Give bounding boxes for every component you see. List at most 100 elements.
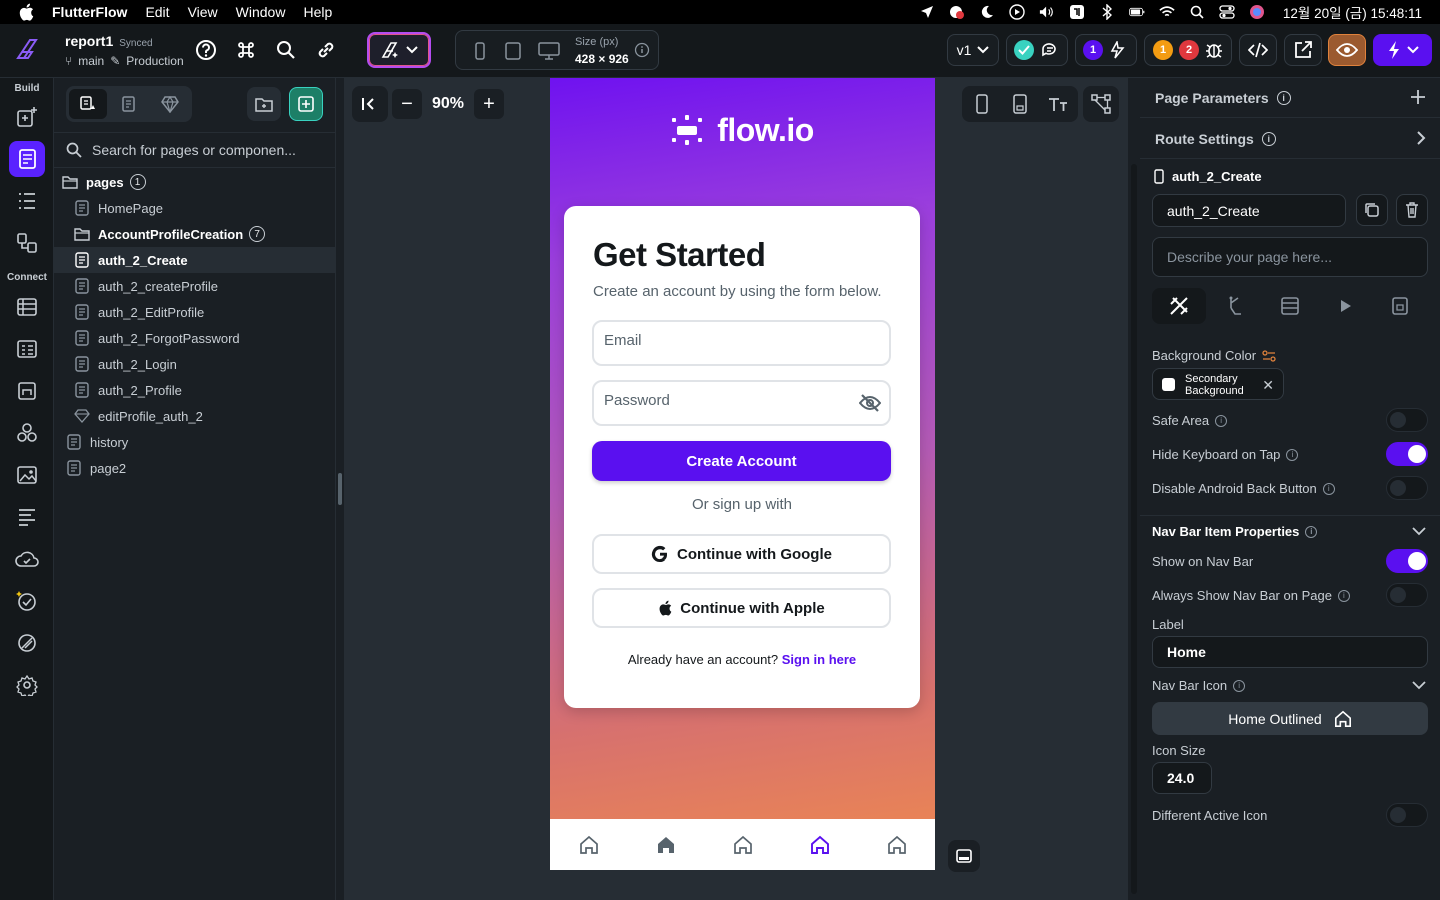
chevron-down-icon[interactable] [1412, 680, 1426, 690]
phone-view-icon[interactable] [972, 94, 992, 114]
home-filled-icon[interactable] [656, 835, 676, 855]
tree-page[interactable]: auth_2_ForgotPassword [54, 325, 335, 351]
show-on-nav-toggle[interactable] [1386, 549, 1428, 573]
password-field[interactable] [592, 380, 891, 426]
tree-page[interactable]: HomePage [54, 195, 335, 221]
always-show-toggle[interactable] [1386, 583, 1428, 607]
custom-code-icon[interactable] [9, 415, 45, 451]
add-page-button[interactable] [289, 87, 323, 121]
page-selector-icon[interactable] [9, 141, 45, 177]
page-name-field[interactable] [1152, 194, 1346, 227]
page-name-input[interactable] [1167, 195, 1339, 226]
bg-color-picker[interactable]: Secondary Background ✕ [1152, 368, 1284, 400]
nav-label-field[interactable] [1152, 636, 1428, 668]
documentation-tab-icon[interactable] [1373, 288, 1427, 324]
disable-back-toggle[interactable] [1386, 476, 1428, 500]
phone-device-icon[interactable] [470, 42, 490, 60]
ai-mode-dropdown[interactable] [367, 32, 431, 68]
version-dropdown[interactable]: v1 [947, 34, 999, 66]
home-outlined-icon[interactable] [887, 835, 907, 855]
sign-in-link[interactable]: Sign in here [782, 652, 856, 667]
tree-page[interactable]: page2 [54, 455, 335, 481]
panel-resize-divider[interactable] [335, 78, 344, 900]
safe-area-toggle[interactable] [1386, 408, 1428, 432]
menu-app-name[interactable]: FlutterFlow [52, 4, 127, 20]
tablet-device-icon[interactable] [503, 42, 523, 60]
nav-bar-props-header[interactable]: Nav Bar Item Properties i [1152, 524, 1318, 539]
link-icon[interactable] [314, 38, 338, 62]
info-icon[interactable] [634, 42, 654, 60]
tree-page[interactable]: history [54, 429, 335, 455]
tree-page[interactable]: auth_2_Create [54, 247, 335, 273]
database-icon[interactable] [9, 289, 45, 325]
page-parameters-row[interactable]: Page Parameters i [1140, 78, 1440, 118]
info-icon[interactable]: i [1261, 131, 1276, 146]
project-info[interactable]: report1 Synced ⑂ main ✎ Production [65, 33, 184, 68]
device-frame-icon[interactable] [1010, 94, 1030, 114]
menubar-clock[interactable]: 12월 20일 (금) 15:48:11 [1283, 2, 1422, 22]
moon-icon[interactable] [979, 5, 995, 19]
design-system-icon[interactable] [9, 625, 45, 661]
actions-tab-icon[interactable] [1208, 288, 1262, 324]
tree-folder[interactable]: pages 1 [54, 169, 335, 195]
page-search-input[interactable] [92, 142, 322, 158]
add-folder-button[interactable] [247, 87, 281, 121]
size-value[interactable]: 428 × 926 [575, 52, 629, 66]
command-icon[interactable] [234, 38, 258, 62]
tree-folder[interactable]: AccountProfileCreation 7 [54, 221, 335, 247]
components-tab-icon[interactable] [110, 89, 148, 119]
agent-group[interactable]: 1 [1075, 34, 1137, 66]
nav-icon-picker[interactable]: Home Outlined [1152, 702, 1428, 735]
control-center-icon[interactable] [1219, 5, 1235, 19]
spotlight-icon[interactable] [1189, 5, 1205, 19]
nav-label-input[interactable] [1167, 637, 1421, 667]
pages-tab-icon[interactable] [69, 89, 107, 119]
menu-view[interactable]: View [188, 4, 218, 20]
info-icon[interactable]: i [1276, 90, 1291, 105]
collapse-panel-button[interactable] [352, 86, 388, 122]
info-icon[interactable]: i [1286, 448, 1299, 461]
scrollbar-thumb[interactable] [1131, 164, 1137, 894]
bottom-panel-toggle[interactable] [948, 840, 980, 872]
password-input[interactable] [604, 392, 844, 409]
home-active-icon[interactable] [810, 835, 830, 855]
hide-keyboard-toggle[interactable] [1386, 442, 1428, 466]
different-active-toggle[interactable] [1386, 803, 1428, 827]
info-icon[interactable]: i [1233, 679, 1246, 692]
tree-page[interactable]: auth_2_Login [54, 351, 335, 377]
run-dropdown[interactable] [1373, 34, 1432, 66]
search-icon[interactable] [274, 38, 298, 62]
api-calls-icon[interactable] [9, 373, 45, 409]
issues-group[interactable]: 1 2 [1144, 34, 1232, 66]
zoom-out-button[interactable]: − [392, 89, 422, 119]
record-icon[interactable] [949, 5, 965, 19]
open-external-button[interactable] [1284, 34, 1322, 66]
visibility-off-icon[interactable] [859, 393, 881, 413]
menu-window[interactable]: Window [236, 4, 286, 20]
widget-tree-icon[interactable] [9, 183, 45, 219]
resize-handle[interactable] [338, 473, 342, 505]
settings-icon[interactable] [9, 667, 45, 703]
home-outlined-icon[interactable] [733, 835, 753, 855]
delete-page-button[interactable] [1396, 194, 1428, 226]
icon-size-field[interactable] [1152, 762, 1212, 794]
backend-query-tab-icon[interactable] [1263, 288, 1317, 324]
page-description-field[interactable] [1152, 237, 1428, 277]
input-source-icon[interactable] [1069, 5, 1085, 19]
storyboard-icon[interactable] [9, 225, 45, 261]
menu-help[interactable]: Help [303, 4, 332, 20]
layout-toggle-button[interactable] [1083, 86, 1119, 122]
media-assets-icon[interactable] [9, 457, 45, 493]
status-chat-group[interactable] [1006, 34, 1068, 66]
properties-scrollbar[interactable] [1127, 78, 1140, 900]
email-input[interactable] [604, 332, 844, 349]
siri-icon[interactable] [1249, 5, 1265, 19]
help-icon[interactable] [194, 38, 218, 62]
bluetooth-icon[interactable] [1099, 4, 1115, 20]
google-signin-button[interactable]: Continue with Google [592, 534, 891, 574]
page-description-input[interactable] [1167, 238, 1421, 276]
code-view-button[interactable] [1239, 34, 1277, 66]
info-icon[interactable]: i [1322, 482, 1335, 495]
cloud-functions-icon[interactable] [9, 541, 45, 577]
icon-size-input[interactable] [1167, 763, 1205, 793]
